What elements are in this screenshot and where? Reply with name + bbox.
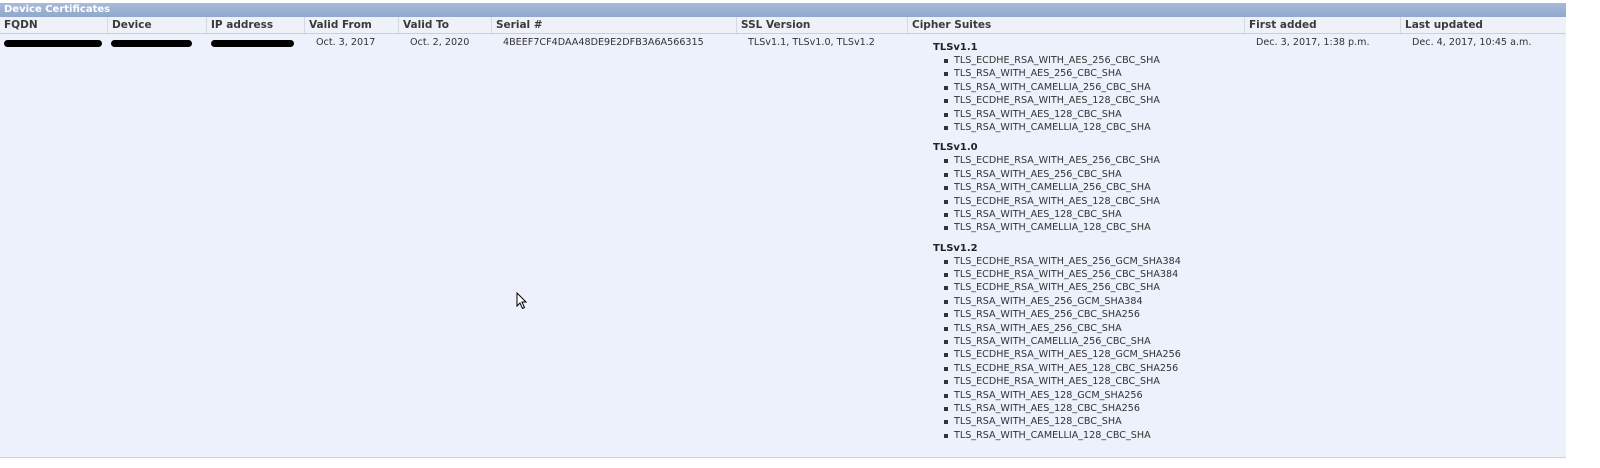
serial-value: 4BEEF7CF4DAA48DE9E2DFB3A6A566315 [503, 37, 704, 48]
cipher-suite-item: TLS_RSA_WITH_AES_128_CBC_SHA [933, 108, 1181, 121]
cipher-suites-list: TLSv1.1 TLS_ECDHE_RSA_WITH_AES_256_CBC_SH… [933, 41, 1181, 449]
ssl-version-value: TLSv1.1, TLSv1.0, TLSv1.2 [748, 37, 875, 48]
table-header: FQDN Device IP address Valid From Valid … [0, 17, 1566, 34]
panel-title: Device Certificates [0, 3, 1566, 17]
mouse-pointer-icon [516, 292, 528, 310]
cipher-group: TLSv1.1 TLS_ECDHE_RSA_WITH_AES_256_CBC_SH… [933, 41, 1181, 134]
ip-address-redaction [211, 40, 294, 47]
cipher-suite-item: TLS_ECDHE_RSA_WITH_AES_128_CBC_SHA [933, 94, 1181, 107]
cipher-suite-item: TLS_ECDHE_RSA_WITH_AES_128_CBC_SHA256 [933, 362, 1181, 375]
cipher-group: TLSv1.2 TLS_ECDHE_RSA_WITH_AES_256_GCM_SH… [933, 242, 1181, 442]
cipher-suite-item: TLS_RSA_WITH_CAMELLIA_128_CBC_SHA [933, 121, 1181, 134]
cipher-group-title: TLSv1.0 [933, 142, 978, 154]
cipher-group: TLSv1.0 TLS_ECDHE_RSA_WITH_AES_256_CBC_SH… [933, 141, 1181, 234]
column-header-valid-to[interactable]: Valid To [398, 17, 491, 33]
cipher-suite-item: TLS_ECDHE_RSA_WITH_AES_128_CBC_SHA [933, 375, 1181, 388]
column-header-valid-from[interactable]: Valid From [304, 17, 398, 33]
device-certificates-panel: Device Certificates FQDN Device IP addre… [0, 3, 1566, 458]
first-added-value: Dec. 3, 2017, 1:38 p.m. [1256, 37, 1370, 48]
cipher-suite-item: TLS_RSA_WITH_AES_128_CBC_SHA [933, 415, 1181, 428]
column-header-fqdn[interactable]: FQDN [0, 17, 107, 33]
cipher-suite-item: TLS_ECDHE_RSA_WITH_AES_128_GCM_SHA256 [933, 348, 1181, 361]
device-redaction [111, 40, 192, 47]
column-header-ssl-version[interactable]: SSL Version [736, 17, 907, 33]
cipher-suite-item: TLS_ECDHE_RSA_WITH_AES_256_CBC_SHA384 [933, 268, 1181, 281]
cipher-suite-item: TLS_RSA_WITH_CAMELLIA_256_CBC_SHA [933, 81, 1181, 94]
cipher-suite-item: TLS_ECDHE_RSA_WITH_AES_256_CBC_SHA [933, 281, 1181, 294]
cipher-suite-item: TLS_RSA_WITH_CAMELLIA_128_CBC_SHA [933, 221, 1181, 234]
column-header-device[interactable]: Device [107, 17, 206, 33]
fqdn-redaction [4, 40, 102, 47]
column-header-cipher-suites[interactable]: Cipher Suites [907, 17, 1244, 33]
cipher-suite-item: TLS_ECDHE_RSA_WITH_AES_256_CBC_SHA [933, 54, 1181, 67]
cipher-suite-item: TLS_RSA_WITH_AES_128_CBC_SHA [933, 208, 1181, 221]
cipher-suite-item: TLS_RSA_WITH_AES_256_CBC_SHA [933, 322, 1181, 335]
column-header-first-added[interactable]: First added [1244, 17, 1400, 33]
cipher-group-title: TLSv1.2 [933, 242, 978, 254]
cipher-suite-item: TLS_RSA_WITH_CAMELLIA_256_CBC_SHA [933, 335, 1181, 348]
cipher-suite-item: TLS_RSA_WITH_AES_256_CBC_SHA256 [933, 308, 1181, 321]
column-header-ip-address[interactable]: IP address [206, 17, 304, 33]
cipher-suite-item: TLS_RSA_WITH_AES_256_CBC_SHA [933, 168, 1181, 181]
cipher-suite-item: TLS_ECDHE_RSA_WITH_AES_256_GCM_SHA384 [933, 255, 1181, 268]
cipher-group-title: TLSv1.1 [933, 42, 978, 53]
cipher-suite-item: TLS_RSA_WITH_AES_128_CBC_SHA256 [933, 402, 1181, 415]
cipher-suite-item: TLS_ECDHE_RSA_WITH_AES_128_CBC_SHA [933, 195, 1181, 208]
column-header-serial[interactable]: Serial # [491, 17, 736, 33]
valid-to-value: Oct. 2, 2020 [410, 37, 470, 48]
cipher-suite-item: TLS_RSA_WITH_CAMELLIA_128_CBC_SHA [933, 429, 1181, 442]
valid-from-value: Oct. 3, 2017 [316, 37, 376, 48]
cipher-suite-item: TLS_RSA_WITH_AES_128_GCM_SHA256 [933, 389, 1181, 402]
cipher-suite-item: TLS_RSA_WITH_AES_256_GCM_SHA384 [933, 295, 1181, 308]
cipher-suite-item: TLS_RSA_WITH_CAMELLIA_256_CBC_SHA [933, 181, 1181, 194]
cipher-suite-item: TLS_RSA_WITH_AES_256_CBC_SHA [933, 67, 1181, 80]
column-header-last-updated[interactable]: Last updated [1400, 17, 1566, 33]
cipher-suite-item: TLS_ECDHE_RSA_WITH_AES_256_CBC_SHA [933, 154, 1181, 167]
last-updated-value: Dec. 4, 2017, 10:45 a.m. [1412, 37, 1532, 48]
